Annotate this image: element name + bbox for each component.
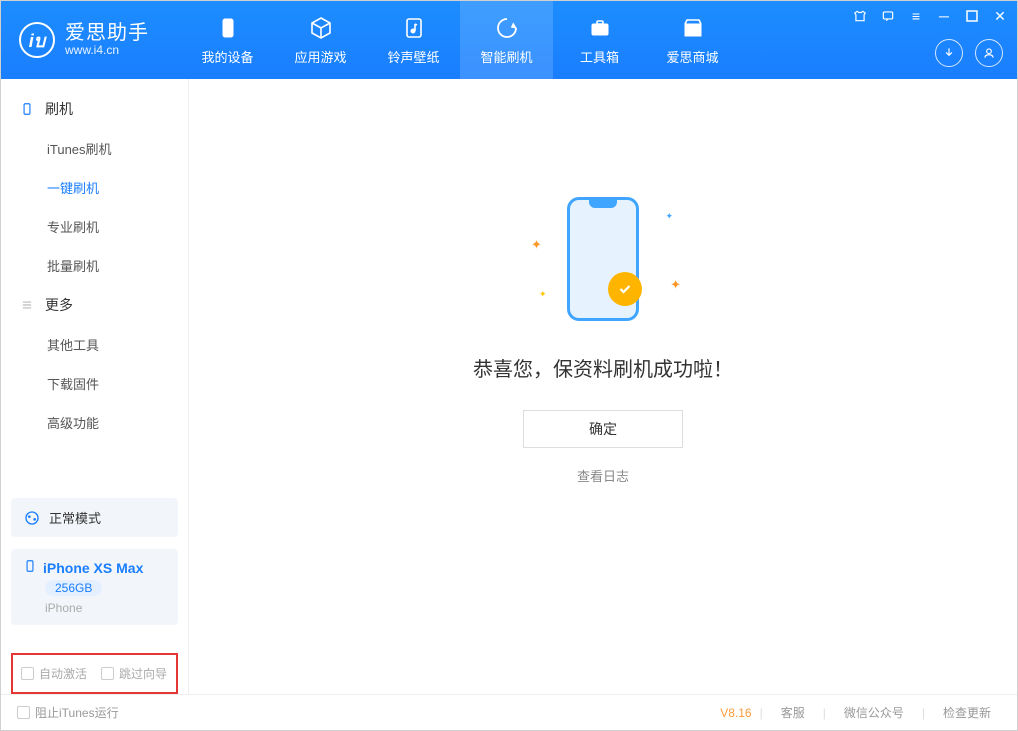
tab-label: 工具箱 (580, 47, 619, 66)
status-icon (23, 509, 41, 527)
tab-my-device[interactable]: 我的设备 (181, 1, 274, 79)
toolbox-icon (587, 15, 613, 41)
phone-icon (215, 15, 241, 41)
phone-small-icon (23, 559, 37, 576)
tab-flash[interactable]: 智能刷机 (460, 1, 553, 79)
checkbox-block-itunes[interactable]: 阻止iTunes运行 (17, 704, 119, 721)
app-window: iบ 爱思助手 www.i4.cn 我的设备 应用游戏 铃声壁纸 智能刷机 (0, 0, 1018, 731)
capacity-badge: 256GB (45, 580, 102, 596)
checkbox-auto-activate[interactable]: 自动激活 (21, 665, 87, 682)
checkbox-icon (17, 706, 30, 719)
user-button[interactable] (975, 39, 1003, 67)
device-mode-label: 正常模式 (49, 508, 101, 527)
checkbox-label: 自动激活 (39, 665, 87, 682)
cube-icon (308, 15, 334, 41)
sparkle-icon: ✦ (670, 277, 681, 293)
logo-icon: iบ (19, 22, 55, 58)
tab-toolbox[interactable]: 工具箱 (553, 1, 646, 79)
phone-outline-icon (19, 101, 35, 117)
shirt-icon[interactable] (851, 7, 869, 25)
section-title: 更多 (45, 295, 73, 315)
window-controls: ≡ ─ ✕ (851, 7, 1009, 25)
checkbox-icon (101, 667, 114, 680)
tab-label: 应用游戏 (294, 47, 346, 66)
sidebar-item-itunes[interactable]: iTunes刷机 (1, 129, 188, 168)
list-icon (19, 297, 35, 313)
ok-button[interactable]: 确定 (523, 410, 683, 448)
section-title: 刷机 (45, 99, 73, 119)
header-right-icons (935, 39, 1003, 67)
app-subtitle: www.i4.cn (65, 44, 149, 57)
checkbox-label: 阻止iTunes运行 (35, 704, 119, 721)
view-log-link[interactable]: 查看日志 (577, 466, 629, 485)
logo-text: 爱思助手 www.i4.cn (65, 22, 149, 57)
menu-icon[interactable]: ≡ (907, 7, 925, 25)
sidebar-item-firmware[interactable]: 下载固件 (1, 364, 188, 403)
sparkle-icon: ✦ (531, 237, 542, 253)
sidebar-item-oneclick[interactable]: 一键刷机 (1, 168, 188, 207)
download-button[interactable] (935, 39, 963, 67)
maximize-button[interactable] (963, 7, 981, 25)
sparkle-icon: ✦ (665, 211, 673, 222)
footer-bar: 阻止iTunes运行 V8.16 | 客服 | 微信公众号 | 检查更新 (1, 694, 1017, 730)
device-mode-box[interactable]: 正常模式 (11, 498, 178, 537)
check-update-link[interactable]: 检查更新 (933, 704, 1001, 721)
phone-illustration-icon (567, 197, 639, 321)
checkbox-label: 跳过向导 (119, 665, 167, 682)
sparkle-icon: ✦ (539, 289, 547, 300)
main-content: ✦ ✦ ✦ ✦ 恭喜您，保资料刷机成功啦！ 确定 查看日志 (189, 79, 1017, 694)
logo-block: iบ 爱思助手 www.i4.cn (1, 22, 167, 58)
options-highlight-box: 自动激活 跳过向导 (11, 653, 178, 694)
app-title: 爱思助手 (65, 22, 149, 44)
tab-label: 智能刷机 (480, 47, 532, 66)
support-link[interactable]: 客服 (771, 704, 815, 721)
feedback-icon[interactable] (879, 7, 897, 25)
store-icon (680, 15, 706, 41)
sidebar-section-more: 更多 (1, 285, 188, 325)
device-name-text: iPhone XS Max (43, 560, 143, 576)
refresh-shield-icon (494, 15, 520, 41)
tab-store[interactable]: 爱思商城 (646, 1, 739, 79)
tab-ringtone[interactable]: 铃声壁纸 (367, 1, 460, 79)
sidebar-item-advanced[interactable]: 高级功能 (1, 403, 188, 442)
body: 刷机 iTunes刷机 一键刷机 专业刷机 批量刷机 更多 其他工具 下载固件 … (1, 79, 1017, 694)
checkbox-icon (21, 667, 34, 680)
tab-label: 我的设备 (201, 47, 253, 66)
tab-apps[interactable]: 应用游戏 (274, 1, 367, 79)
sidebar-item-other-tools[interactable]: 其他工具 (1, 325, 188, 364)
music-file-icon (401, 15, 427, 41)
checkbox-skip-guide[interactable]: 跳过向导 (101, 665, 167, 682)
header-bar: iบ 爱思助手 www.i4.cn 我的设备 应用游戏 铃声壁纸 智能刷机 (1, 1, 1017, 79)
tab-label: 铃声壁纸 (387, 47, 439, 66)
sidebar: 刷机 iTunes刷机 一键刷机 专业刷机 批量刷机 更多 其他工具 下载固件 … (1, 79, 189, 694)
device-card[interactable]: iPhone XS Max 256GB iPhone (11, 549, 178, 625)
device-name: iPhone XS Max (23, 559, 166, 576)
tab-label: 爱思商城 (666, 47, 718, 66)
success-illustration: ✦ ✦ ✦ ✦ (533, 189, 673, 329)
close-button[interactable]: ✕ (991, 7, 1009, 25)
success-message: 恭喜您，保资料刷机成功啦！ (473, 353, 733, 382)
minimize-button[interactable]: ─ (935, 7, 953, 25)
device-type: iPhone (45, 601, 166, 615)
check-badge-icon (608, 272, 642, 306)
footer-right: V8.16 | 客服 | 微信公众号 | 检查更新 (720, 704, 1001, 721)
sidebar-section-flash: 刷机 (1, 89, 188, 129)
sidebar-item-batch[interactable]: 批量刷机 (1, 246, 188, 285)
wechat-link[interactable]: 微信公众号 (834, 704, 914, 721)
main-tabs: 我的设备 应用游戏 铃声壁纸 智能刷机 工具箱 爱思商城 (181, 1, 739, 79)
sidebar-item-pro[interactable]: 专业刷机 (1, 207, 188, 246)
version-label: V8.16 (720, 706, 751, 720)
